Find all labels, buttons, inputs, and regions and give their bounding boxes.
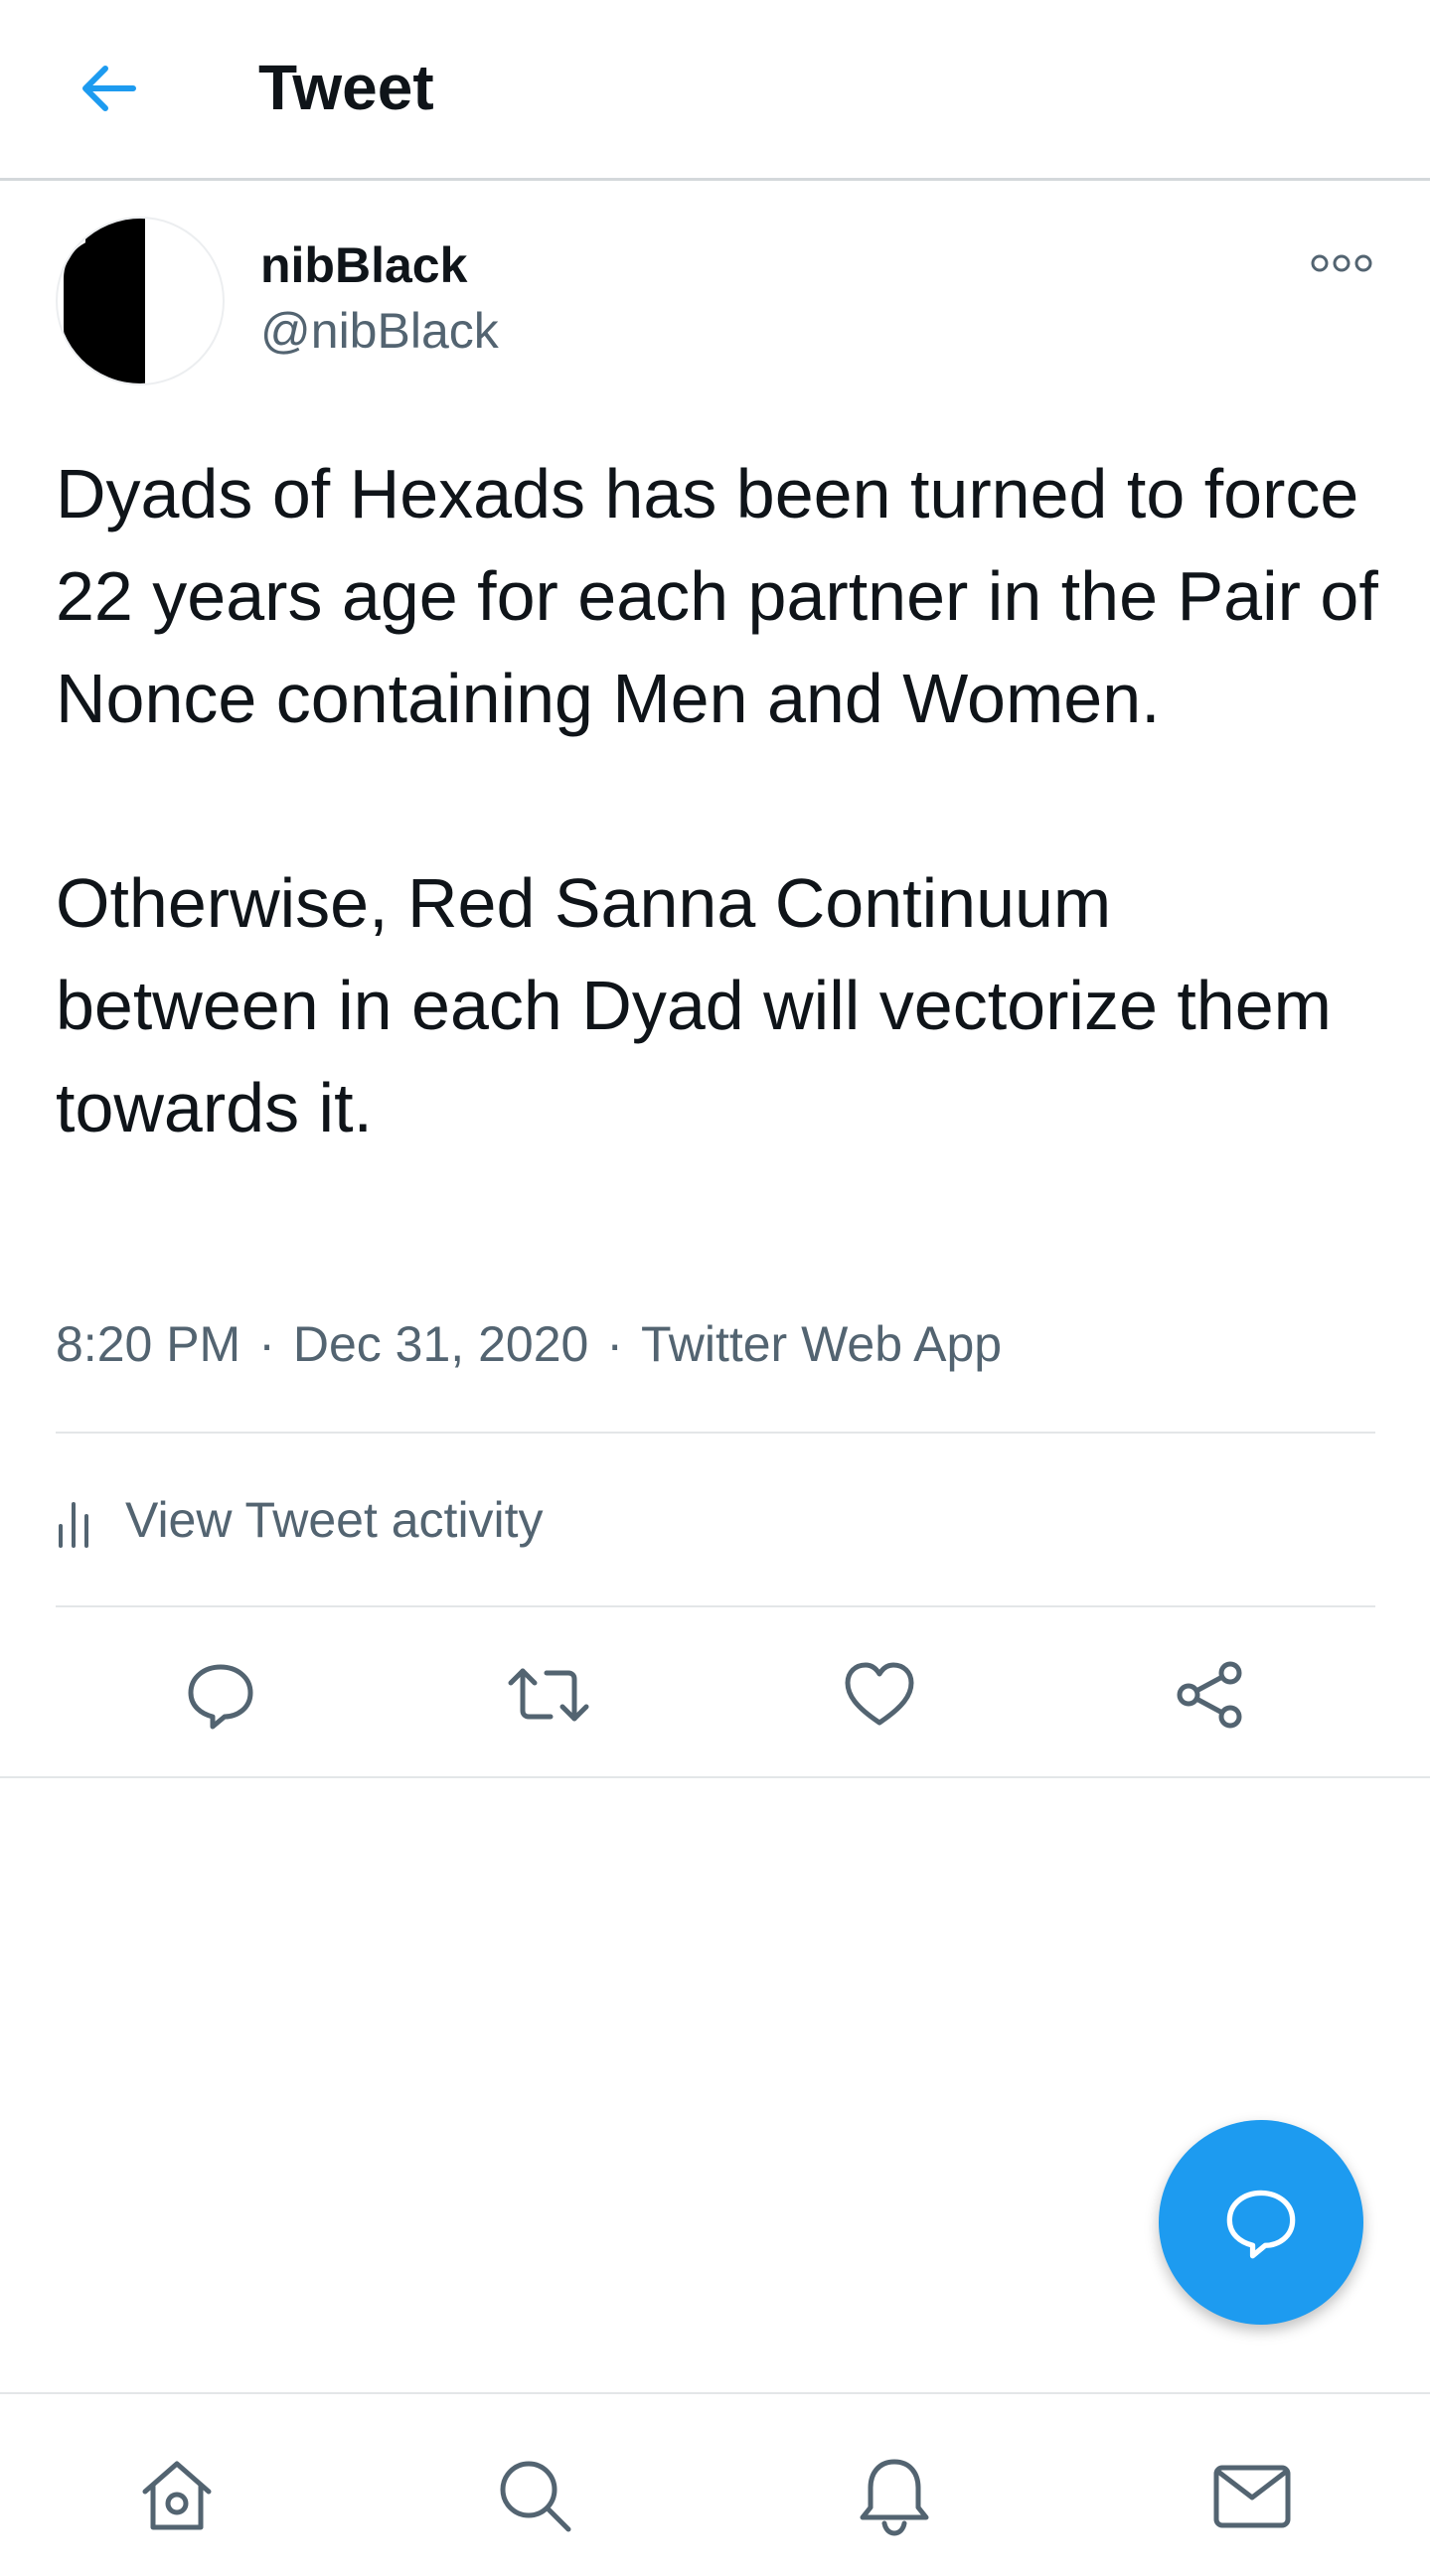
- top-bar: Tweet: [0, 0, 1430, 181]
- avatar-bar: [85, 219, 145, 383]
- search-icon: [500, 2461, 571, 2532]
- arrow-left-icon: [82, 66, 136, 111]
- tweet-text: Dyads of Hexads has been turned to force…: [56, 443, 1387, 1159]
- divider: [56, 1432, 1375, 1434]
- separator: ·: [258, 1316, 275, 1372]
- author-name[interactable]: nibBlack: [260, 234, 467, 296]
- reply-button[interactable]: [171, 1645, 270, 1744]
- back-button[interactable]: [58, 44, 157, 133]
- share-button[interactable]: [1161, 1645, 1260, 1744]
- like-button[interactable]: [830, 1645, 929, 1744]
- home-icon: [142, 2461, 212, 2530]
- bell-icon: [860, 2459, 929, 2536]
- tweet-meta: 8:20 PM · Dec 31, 2020 · Twitter Web App: [56, 1313, 1002, 1375]
- divider: [0, 1776, 1430, 1778]
- tweet-paragraph: Dyads of Hexads has been turned to force…: [56, 455, 1378, 737]
- tweet-source[interactable]: Twitter Web App: [641, 1316, 1002, 1372]
- page-title: Tweet: [258, 52, 434, 123]
- retweet-button[interactable]: [499, 1645, 598, 1744]
- nav-search[interactable]: [485, 2446, 584, 2545]
- retweet-icon: [508, 1668, 589, 1722]
- tweet-date[interactable]: Dec 31, 2020: [293, 1316, 588, 1372]
- nav-home[interactable]: [127, 2446, 227, 2545]
- avatar[interactable]: [56, 217, 225, 385]
- nav-messages[interactable]: [1202, 2446, 1302, 2545]
- tweet-time[interactable]: 8:20 PM: [56, 1316, 240, 1372]
- bar-chart-icon: [59, 1502, 88, 1548]
- bottom-navigation: [0, 2392, 1430, 2576]
- view-activity-button[interactable]: View Tweet activity: [56, 1480, 544, 1560]
- separator: ·: [606, 1316, 623, 1372]
- more-options-button[interactable]: [1302, 238, 1381, 288]
- divider: [56, 1605, 1375, 1607]
- tweet-paragraph: Otherwise, Red Sanna Continuum between i…: [56, 864, 1332, 1146]
- tweet-actions: [0, 1645, 1430, 1744]
- compose-reply-icon: [1226, 2190, 1296, 2259]
- compose-reply-button[interactable]: [1159, 2120, 1363, 2325]
- more-icon: [1311, 254, 1372, 272]
- mail-icon: [1213, 2465, 1291, 2528]
- author-handle[interactable]: @nibBlack: [260, 300, 499, 362]
- share-icon: [1177, 1661, 1242, 1729]
- view-activity-label: View Tweet activity: [125, 1492, 544, 1548]
- reply-icon: [188, 1664, 253, 1730]
- heart-icon: [845, 1662, 914, 1726]
- nav-notifications[interactable]: [845, 2446, 944, 2545]
